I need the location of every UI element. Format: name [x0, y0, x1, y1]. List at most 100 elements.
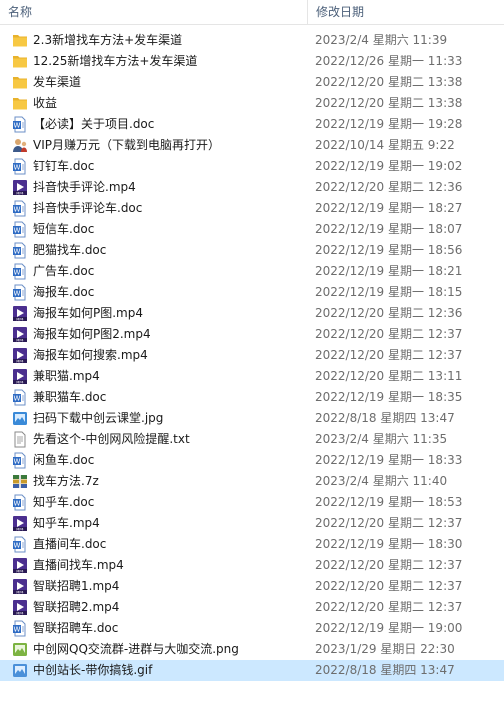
svg-text:MP4: MP4 [16, 191, 23, 195]
file-row[interactable]: W 钉钉车.doc 2022/12/19 星期一 19:02 [0, 156, 504, 177]
word-document-icon: W [12, 116, 28, 133]
file-list: 2.3新增找车方法+发车渠道 2023/2/4 星期六 11:39 12.25新增找… [0, 30, 504, 681]
file-name: 发车渠道 [33, 75, 82, 89]
file-name: 收益 [33, 96, 58, 110]
file-row[interactable]: W 【必读】关于项目.doc 2022/12/19 星期一 19:28 [0, 114, 504, 135]
file-date-modified: 2022/12/20 星期二 13:38 [315, 75, 463, 89]
file-date-modified: 2022/12/19 星期一 18:35 [315, 390, 463, 404]
file-date-modified: 2022/12/20 星期二 12:36 [315, 306, 463, 320]
file-row[interactable]: W 肥猫找车.doc 2022/12/19 星期一 18:56 [0, 240, 504, 261]
file-row[interactable]: W 海报车.doc 2022/12/19 星期一 18:15 [0, 282, 504, 303]
svg-text:MP4: MP4 [16, 380, 23, 384]
word-document-icon: W [12, 536, 28, 553]
image-file-icon [12, 641, 28, 658]
word-document-icon: W [12, 452, 28, 469]
file-row[interactable]: MP4 智联招聘2.mp4 2022/12/20 星期二 12:37 [0, 597, 504, 618]
folder-row[interactable]: 2.3新增找车方法+发车渠道 2023/2/4 星期六 11:39 [0, 30, 504, 51]
file-name: 智联招聘2.mp4 [33, 600, 120, 614]
file-row[interactable]: MP4 海报车如何P图.mp4 2022/12/20 星期二 12:36 [0, 303, 504, 324]
file-row[interactable]: 中创站长-带你搞钱.gif 2022/8/18 星期四 13:47 [0, 660, 504, 681]
file-row[interactable]: VIP月赚万元（下载到电脑再打开） 2022/10/14 星期五 9:22 [0, 135, 504, 156]
file-date-modified: 2022/12/20 星期二 13:38 [315, 96, 463, 110]
file-row[interactable]: W 兼职猫车.doc 2022/12/19 星期一 18:35 [0, 387, 504, 408]
file-name: 抖音快手评论.mp4 [33, 180, 136, 194]
file-row[interactable]: 中创网QQ交流群-进群与大咖交流.png 2023/1/29 星期日 22:30 [0, 639, 504, 660]
word-document-icon: W [12, 284, 28, 301]
file-row[interactable]: MP4 抖音快手评论.mp4 2022/12/20 星期二 12:36 [0, 177, 504, 198]
file-name: VIP月赚万元（下载到电脑再打开） [33, 138, 220, 152]
video-file-icon: MP4 [12, 599, 28, 616]
file-row[interactable]: W 短信车.doc 2022/12/19 星期一 18:07 [0, 219, 504, 240]
file-row[interactable]: W 直播间车.doc 2022/12/19 星期一 18:30 [0, 534, 504, 555]
file-row[interactable]: MP4 智联招聘1.mp4 2022/12/20 星期二 12:37 [0, 576, 504, 597]
svg-text:W: W [14, 290, 21, 298]
svg-text:W: W [14, 164, 21, 172]
folder-row[interactable]: 12.25新增找车方法+发车渠道 2022/12/26 星期一 11:33 [0, 51, 504, 72]
file-date-modified: 2022/12/19 星期一 18:33 [315, 453, 463, 467]
file-date-modified: 2022/12/26 星期一 11:33 [315, 54, 463, 68]
svg-text:W: W [14, 227, 21, 235]
file-name: 海报车.doc [33, 285, 95, 299]
file-date-modified: 2022/12/20 星期二 13:11 [315, 369, 463, 383]
file-row[interactable]: MP4 海报车如何搜索.mp4 2022/12/20 星期二 12:37 [0, 345, 504, 366]
file-date-modified: 2022/12/19 星期一 19:28 [315, 117, 463, 131]
column-header-bar: 名称 修改日期 [0, 0, 504, 25]
folder-icon [12, 95, 28, 112]
video-file-icon: MP4 [12, 578, 28, 595]
folder-row[interactable]: 发车渠道 2022/12/20 星期二 13:38 [0, 72, 504, 93]
file-name: 海报车如何搜索.mp4 [33, 348, 148, 362]
svg-text:W: W [14, 122, 21, 130]
file-name: 广告车.doc [33, 264, 95, 278]
file-row[interactable]: 找车方法.7z 2023/2/4 星期六 11:40 [0, 471, 504, 492]
word-document-icon: W [12, 242, 28, 259]
file-row[interactable]: MP4 直播间找车.mp4 2022/12/20 星期二 12:37 [0, 555, 504, 576]
file-name: 中创网QQ交流群-进群与大咖交流.png [33, 642, 239, 656]
svg-text:MP4: MP4 [16, 359, 23, 363]
file-date-modified: 2022/12/19 星期一 19:02 [315, 159, 463, 173]
file-row[interactable]: MP4 知乎车.mp4 2022/12/20 星期二 12:37 [0, 513, 504, 534]
file-date-modified: 2022/8/18 星期四 13:47 [315, 411, 455, 425]
file-date-modified: 2023/2/4 星期六 11:39 [315, 33, 448, 47]
file-name: 海报车如何P图2.mp4 [33, 327, 151, 341]
folder-icon [12, 74, 28, 91]
word-document-icon: W [12, 158, 28, 175]
svg-text:W: W [14, 395, 21, 403]
column-header-date-modified[interactable]: 修改日期 [308, 0, 504, 24]
file-row[interactable]: W 智联招聘车.doc 2022/12/19 星期一 19:00 [0, 618, 504, 639]
word-document-icon: W [12, 620, 28, 637]
file-name: 海报车如何P图.mp4 [33, 306, 143, 320]
file-name: 抖音快手评论车.doc [33, 201, 143, 215]
contact-card-icon [12, 137, 28, 154]
file-date-modified: 2022/12/20 星期二 12:36 [315, 180, 463, 194]
file-date-modified: 2022/12/20 星期二 12:37 [315, 579, 463, 593]
file-date-modified: 2022/12/19 星期一 19:00 [315, 621, 463, 635]
file-name: 兼职猫车.doc [33, 390, 107, 404]
file-row[interactable]: W 知乎车.doc 2022/12/19 星期一 18:53 [0, 492, 504, 513]
folder-icon [12, 53, 28, 70]
file-row[interactable]: 扫码下载中创云课堂.jpg 2022/8/18 星期四 13:47 [0, 408, 504, 429]
file-row[interactable]: MP4 兼职猫.mp4 2022/12/20 星期二 13:11 [0, 366, 504, 387]
file-date-modified: 2022/10/14 星期五 9:22 [315, 138, 455, 152]
file-name: 找车方法.7z [33, 474, 99, 488]
file-date-modified: 2022/12/20 星期二 12:37 [315, 558, 463, 572]
file-row[interactable]: MP4 海报车如何P图2.mp4 2022/12/20 星期二 12:37 [0, 324, 504, 345]
file-row[interactable]: 先看这个-中创网风险提醒.txt 2023/2/4 星期六 11:35 [0, 429, 504, 450]
column-header-name[interactable]: 名称 [0, 0, 308, 24]
file-date-modified: 2022/12/19 星期一 18:15 [315, 285, 463, 299]
file-name: 智联招聘车.doc [33, 621, 119, 635]
svg-text:MP4: MP4 [16, 338, 23, 342]
file-name: 中创站长-带你搞钱.gif [33, 663, 153, 677]
word-document-icon: W [12, 494, 28, 511]
word-document-icon: W [12, 221, 28, 238]
file-row[interactable]: W 广告车.doc 2022/12/19 星期一 18:21 [0, 261, 504, 282]
file-row[interactable]: W 闲鱼车.doc 2022/12/19 星期一 18:33 [0, 450, 504, 471]
folder-row[interactable]: 收益 2022/12/20 星期二 13:38 [0, 93, 504, 114]
video-file-icon: MP4 [12, 515, 28, 532]
video-file-icon: MP4 [12, 368, 28, 385]
file-date-modified: 2022/12/20 星期二 12:37 [315, 348, 463, 362]
file-date-modified: 2022/12/20 星期二 12:37 [315, 600, 463, 614]
file-name: 直播间车.doc [33, 537, 107, 551]
file-row[interactable]: W 抖音快手评论车.doc 2022/12/19 星期一 18:27 [0, 198, 504, 219]
file-date-modified: 2023/1/29 星期日 22:30 [315, 642, 455, 656]
svg-text:W: W [14, 500, 21, 508]
